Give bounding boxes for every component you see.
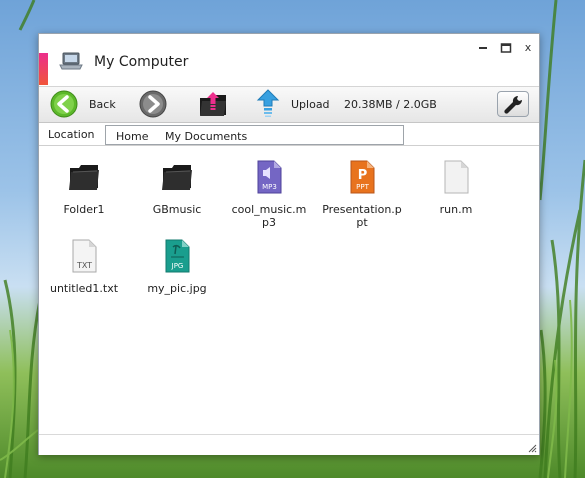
file-grid: Folder1 GBmusic MP3 cool_music.mp3 P PPT… [39,146,539,434]
file-item-presentation-ppt[interactable]: P PPT Presentation.ppt [322,160,402,229]
file-item-run-m[interactable]: run.m [416,160,496,216]
file-item-my-pic-jpg[interactable]: JPG my_pic.jpg [137,239,217,295]
title-bar[interactable]: My Computer x [39,34,539,86]
ppt-badge: PPT [356,183,369,191]
laptop-icon [59,52,83,70]
my-computer-window: My Computer x Back Upload 20.38MB / 2.0G… [38,33,540,455]
minimize-icon [479,47,487,49]
breadcrumb-home[interactable]: Home [116,130,148,143]
settings-button[interactable] [497,91,529,117]
back-arrow-icon[interactable] [50,90,78,118]
location-bar: Location Home My Documents [39,123,539,146]
forward-arrow-icon[interactable] [139,90,167,118]
back-button-label[interactable]: Back [89,98,116,111]
ppt-file-icon: P PPT [350,160,375,194]
file-item-untitled1-txt[interactable]: TXT untitled1.txt [44,239,124,295]
folder-icon [162,165,192,190]
breadcrumb[interactable]: Home My Documents [105,125,404,145]
jpg-file-icon: JPG [165,239,190,273]
window-title: My Computer [94,54,189,70]
txt-badge: TXT [76,261,92,270]
file-name: Presentation.ppt [322,203,402,229]
upload-button-label[interactable]: Upload [291,98,330,111]
mp3-file-icon: MP3 [257,160,282,194]
file-name: GBmusic [152,203,202,216]
file-name: untitled1.txt [49,282,119,295]
breadcrumb-my-documents[interactable]: My Documents [165,130,247,143]
download-folder-icon[interactable] [197,88,229,120]
resize-grip-icon[interactable] [528,444,537,453]
jpg-badge: JPG [171,262,184,270]
file-name: cool_music.mp3 [231,203,307,229]
location-label: Location [48,128,95,141]
mp3-badge: MP3 [262,183,277,191]
maximize-icon [500,43,512,53]
file-item-gbmusic[interactable]: GBmusic [137,160,217,216]
file-name: my_pic.jpg [147,282,207,295]
txt-file-icon: TXT [72,239,97,273]
close-icon: x [524,41,532,54]
file-item-cool-music-mp3[interactable]: MP3 cool_music.mp3 [229,160,309,229]
file-name: Folder1 [63,203,105,216]
upload-arrow-icon[interactable] [255,89,281,119]
minimize-button[interactable] [476,42,490,54]
storage-usage: 20.38MB / 2.0GB [344,98,437,111]
status-bar [39,434,539,455]
file-item-folder1[interactable]: Folder1 [44,160,124,216]
maximize-button[interactable] [499,42,513,54]
file-name: run.m [439,203,473,216]
accent-strip [39,53,48,85]
close-button[interactable]: x [521,42,535,54]
svg-text:P: P [358,168,368,183]
folder-icon [69,165,99,190]
generic-file-icon [444,160,469,194]
wrench-icon [504,95,523,114]
toolbar: Back Upload 20.38MB / 2.0GB [39,86,539,123]
